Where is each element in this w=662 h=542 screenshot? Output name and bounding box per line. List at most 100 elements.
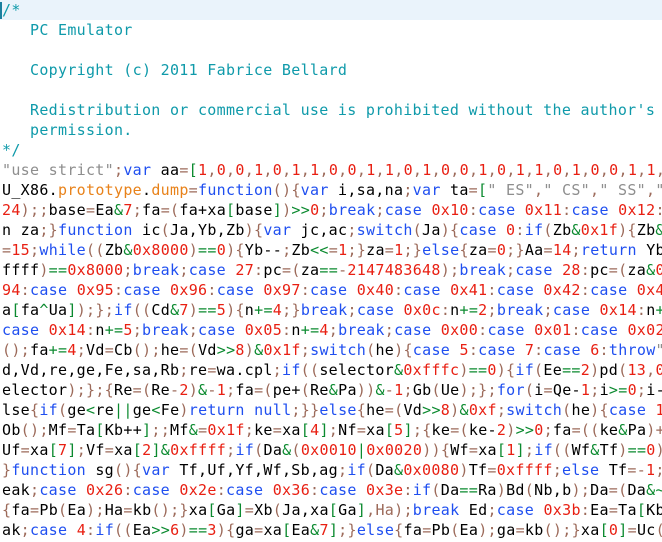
code-line[interactable]: elector);};{Re=(Re-2)&-1;fa=(pe+(Re&Pa))… <box>0 380 662 400</box>
code-token-pun: : <box>468 341 479 359</box>
code-token-num: 0x14 <box>599 301 637 319</box>
code-token-pun: ){ <box>394 341 413 359</box>
code-token-num: 0 <box>506 221 516 239</box>
code-token-pun: , <box>656 161 662 179</box>
code-token-pun: = <box>67 421 77 439</box>
code-token-plain: jc,ac <box>291 221 348 239</box>
code-token-pun: ; <box>506 261 516 279</box>
code-token-pun: , <box>319 161 329 179</box>
code-line[interactable]: Ob();Mf=Ta[Kb++];;Mf&=0x1f;ke=xa[4];Nf=x… <box>0 420 662 440</box>
code-token-pun: =( <box>450 421 469 439</box>
code-line[interactable]: d,Vd,re,ge,Fe,sa,Rb;re=wa.cpl;if((select… <box>0 360 662 380</box>
code-line[interactable]: Uf=xa[7];Vf=xa[2]&0xffff;if(Da&(0x0010|0… <box>0 440 662 460</box>
code-token-brk: [ <box>328 501 339 519</box>
code-token-plain: lse <box>2 401 30 419</box>
code-line[interactable]: a[fa^Ua]);};if((Cd&7)==5){n+=4;}break;ca… <box>0 300 662 320</box>
code-token-plain: Zb <box>104 241 124 259</box>
code-line[interactable] <box>0 40 662 60</box>
code-line[interactable]: permission. <box>0 120 662 140</box>
code-token-kw: case <box>123 281 161 299</box>
code-line[interactable]: "use strict";var aa=[1,0,0,1,0,1,1,0,0,1… <box>0 160 662 180</box>
code-token-plain: Da <box>590 481 609 499</box>
code-token-num: 0xf <box>655 261 662 279</box>
code-token-num: 1 <box>627 161 638 179</box>
code-token-pun: );};{ <box>67 381 114 399</box>
code-token-pun: , <box>207 161 217 179</box>
code-token-pun: ){ <box>244 221 264 239</box>
code-token-kw: case <box>198 321 236 339</box>
code-line[interactable]: ak;case 4:if((Ea>>6)==3){ga=xa[Ea&7];}el… <box>0 520 662 540</box>
code-token-pun: = <box>2 241 12 259</box>
code-token-pun: (){ <box>114 461 142 479</box>
code-line[interactable]: case 0x14:n+=5;break;case 0x05:n+=4;brea… <box>0 320 662 340</box>
code-line[interactable] <box>0 80 662 100</box>
code-line[interactable]: */ <box>0 140 662 160</box>
code-token-pun: { <box>459 241 469 259</box>
code-token-pun: = <box>272 421 283 439</box>
code-token-brk: ] <box>235 501 245 519</box>
code-token-plain: Mf <box>48 421 68 439</box>
code-token-kw: case <box>216 281 255 299</box>
code-token-plain: ke- <box>468 421 497 439</box>
code-line[interactable]: PC Emulator <box>0 20 662 40</box>
code-token-kw: case <box>496 501 535 519</box>
code-line[interactable]: ();fa+=4;Vd=Cb();he=(Vd>>8)&0x1f;switch(… <box>0 340 662 360</box>
code-token-num: 0x01 <box>534 321 572 339</box>
code-token-num: 0x2e <box>179 481 217 499</box>
code-token-plain: Wf <box>450 441 469 459</box>
code-token-plain: Ea <box>459 521 479 539</box>
code-line[interactable]: eak;case 0x26:case 0x2e:case 0x36:case 0… <box>0 480 662 500</box>
code-token-op: += <box>655 301 662 319</box>
code-editor[interactable]: /* PC Emulator Copyright (c) 2011 Fabric… <box>0 0 662 542</box>
code-token-pun: ) <box>282 201 292 219</box>
code-token-pun: ){ <box>226 301 245 319</box>
code-token-pun: ){ <box>226 241 245 259</box>
code-line[interactable]: 94:case 0x95:case 0x96:case 0x97:case 0x… <box>0 280 662 300</box>
code-token-brk: [ <box>132 441 143 459</box>
code-line[interactable]: }function sg(){var Tf,Uf,Yf,Wf,Sb,ag;if(… <box>0 460 662 480</box>
code-token-kw: function <box>58 221 133 239</box>
code-token-plain: i <box>534 381 544 399</box>
code-token-pun: : <box>655 201 662 219</box>
code-line[interactable]: U_X86.prototype.dump=function(){var i,sa… <box>0 180 662 200</box>
code-token-op: == <box>319 261 339 279</box>
code-line[interactable]: lse{if(ge<re||ge<Fe)return null;}}else{h… <box>0 400 662 420</box>
code-line[interactable]: Copyright (c) 2011 Fabrice Bellard <box>0 60 662 80</box>
code-line[interactable]: n za;}function ic(Ja,Yb,Zb){var jc,ac;sw… <box>0 220 662 240</box>
code-token-pun: - <box>170 381 180 399</box>
code-token-plain: Ha <box>104 501 124 519</box>
code-line[interactable]: 24);;base=Ea&7;fa=(fa+xa[base])>>0;break… <box>0 200 662 220</box>
code-token-plain: Pb <box>39 501 59 519</box>
code-token-kw: break <box>132 261 180 279</box>
code-line[interactable]: {fa=Pb(Ea);Ha=kb();}xa[Ga]=Xb(Ja,xa[Ga],… <box>0 500 662 520</box>
code-token-pun: ;} <box>403 241 423 259</box>
code-token-pun: = <box>104 441 115 459</box>
code-token-pun: = <box>468 441 479 459</box>
code-token-pun: =( <box>608 481 628 499</box>
code-token-op: += <box>48 341 68 359</box>
code-line[interactable]: Redistribution or commercial use is proh… <box>0 100 662 120</box>
code-lines-container[interactable]: /* PC Emulator Copyright (c) 2011 Fabric… <box>0 0 662 540</box>
code-token-pun: : <box>300 281 311 299</box>
code-token-plain: n <box>244 301 255 319</box>
code-token-pun: { <box>394 521 404 539</box>
code-token-pun: ) <box>656 441 662 459</box>
code-line[interactable]: /* <box>0 0 662 20</box>
code-token-kw: case <box>459 221 497 239</box>
code-token-op: & <box>282 441 292 459</box>
code-token-brk: [ <box>95 421 105 439</box>
code-token-pun: ,Ha); <box>366 501 413 519</box>
code-token-kw: case <box>608 401 647 419</box>
code-token-num: 0x02 <box>627 321 662 339</box>
code-token-plain: ak <box>2 521 21 539</box>
code-token-plain: Da <box>375 461 394 479</box>
code-token-plain: ta <box>440 181 469 199</box>
code-token-kw: if <box>515 361 535 379</box>
code-token-pun: = <box>356 421 367 439</box>
code-token-op: & <box>170 301 180 319</box>
code-token-kw: case <box>132 481 171 499</box>
code-token-num: 28 <box>562 261 581 279</box>
code-token-op: < <box>151 401 161 419</box>
code-line[interactable]: ffff)==0x8000;break;case 27:pc=(za==-214… <box>0 260 662 280</box>
code-line[interactable]: =15;while((Zb&0x8000)==0){Yb--;Zb<<=1;}z… <box>0 240 662 260</box>
